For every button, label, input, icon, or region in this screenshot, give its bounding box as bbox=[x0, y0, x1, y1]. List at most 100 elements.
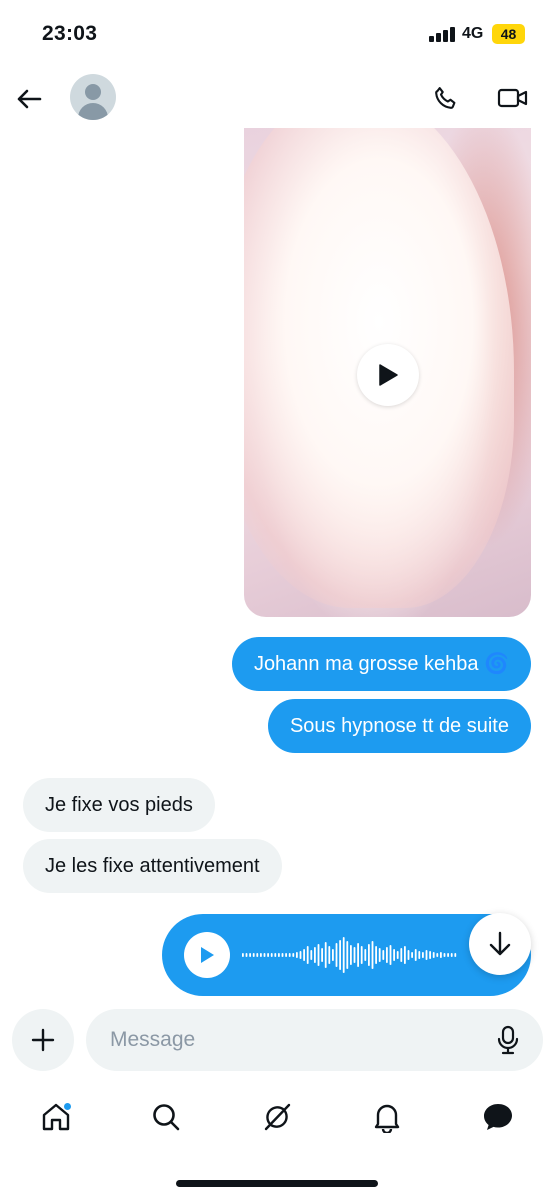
waveform-bar bbox=[260, 953, 262, 957]
waveform-bar bbox=[314, 947, 316, 963]
nav-notifications[interactable] bbox=[367, 1097, 407, 1137]
signal-icon bbox=[429, 27, 455, 42]
waveform-bar bbox=[382, 950, 385, 960]
waveform-bar bbox=[263, 953, 266, 957]
waveform-bar bbox=[418, 951, 421, 959]
waveform-bar bbox=[447, 953, 449, 957]
call-button[interactable] bbox=[430, 84, 462, 112]
waveform-bar bbox=[288, 953, 291, 957]
waveform-bar bbox=[267, 953, 269, 957]
conversation-header bbox=[0, 66, 555, 130]
avatar[interactable] bbox=[70, 74, 116, 120]
waveform-bar bbox=[386, 947, 388, 963]
nav-home[interactable] bbox=[36, 1097, 76, 1137]
plus-icon bbox=[31, 1028, 55, 1052]
back-button[interactable] bbox=[14, 84, 44, 114]
waveform-bar bbox=[321, 948, 323, 962]
waveform-bar bbox=[436, 953, 439, 957]
incoming-message[interactable]: Je les fixe attentivement bbox=[23, 839, 282, 893]
waveform-bar bbox=[339, 940, 341, 970]
outgoing-message[interactable]: Johann ma grosse kehba 🌀 bbox=[231, 637, 531, 691]
waveform-bar bbox=[422, 952, 424, 958]
play-icon bbox=[379, 364, 398, 386]
add-media-button[interactable] bbox=[12, 1009, 74, 1071]
incoming-message[interactable]: Je fixe vos pieds bbox=[23, 778, 215, 832]
status-bar: 23:03 4G 48 bbox=[0, 0, 555, 66]
bell-icon bbox=[374, 1104, 400, 1133]
waveform-bar bbox=[407, 950, 410, 960]
scroll-to-bottom-button[interactable] bbox=[469, 913, 531, 975]
phone-icon bbox=[435, 87, 456, 109]
waveform-bar bbox=[242, 953, 244, 957]
outgoing-message[interactable]: Sous hypnose tt de suite bbox=[267, 699, 531, 753]
waveform-bar bbox=[317, 944, 320, 966]
waveform-bar bbox=[360, 946, 363, 964]
grok-icon bbox=[264, 1103, 291, 1131]
status-time: 23:03 bbox=[42, 22, 98, 45]
play-icon bbox=[201, 947, 214, 963]
video-call-button[interactable] bbox=[497, 84, 529, 112]
waveform-bar bbox=[278, 953, 280, 957]
waveform-bar bbox=[328, 946, 331, 964]
waveform-bar bbox=[450, 953, 453, 957]
waveform-bar bbox=[400, 948, 403, 962]
home-indicator bbox=[176, 1180, 378, 1187]
waveform-bar bbox=[296, 952, 298, 958]
messages-icon bbox=[484, 1104, 512, 1130]
waveform-bar bbox=[346, 941, 349, 969]
battery-icon: 48 bbox=[492, 24, 525, 44]
waveform-bar bbox=[364, 949, 367, 961]
waveform-bar bbox=[274, 953, 277, 957]
waveform-bar bbox=[389, 945, 392, 965]
waveform-bar bbox=[252, 953, 255, 957]
waveform-bar bbox=[396, 951, 399, 959]
waveform-bar bbox=[256, 953, 259, 957]
video-camera-icon bbox=[497, 88, 528, 108]
waveform-bar bbox=[393, 949, 395, 961]
waveform-bar bbox=[443, 953, 446, 957]
arrow-down-icon bbox=[489, 931, 511, 956]
waveform-bar bbox=[306, 946, 309, 964]
waveform-bar bbox=[414, 949, 417, 961]
arrow-left-icon bbox=[17, 89, 42, 109]
notification-dot bbox=[63, 1102, 72, 1111]
waveform-bar bbox=[270, 953, 273, 957]
message-composer bbox=[86, 1009, 543, 1071]
waveform-bar bbox=[281, 953, 284, 957]
video-play-button[interactable] bbox=[357, 344, 419, 406]
network-type: 4G bbox=[462, 25, 484, 42]
nav-messages[interactable] bbox=[478, 1097, 518, 1137]
waveform-bar bbox=[375, 946, 377, 964]
message-input[interactable] bbox=[110, 1009, 480, 1071]
waveform-bar bbox=[335, 943, 338, 967]
waveform-bar bbox=[425, 950, 428, 960]
waveform-bar bbox=[350, 945, 352, 965]
voice-record-button[interactable] bbox=[493, 1024, 523, 1056]
microphone-icon bbox=[497, 1025, 519, 1055]
waveform-bar bbox=[342, 937, 345, 973]
waveform-bar bbox=[411, 952, 413, 958]
nav-grok[interactable] bbox=[257, 1097, 297, 1137]
bottom-navigation bbox=[0, 1085, 555, 1149]
waveform-bar bbox=[454, 953, 457, 957]
waveform-bar bbox=[249, 953, 251, 957]
waveform-bar bbox=[245, 953, 248, 957]
waveform-bar bbox=[310, 950, 313, 960]
search-icon bbox=[153, 1104, 180, 1131]
waveform-bar bbox=[378, 948, 381, 962]
waveform-bar bbox=[357, 943, 359, 967]
waveform-bar bbox=[371, 941, 374, 969]
waveform-bar bbox=[292, 953, 295, 957]
nav-search[interactable] bbox=[146, 1097, 186, 1137]
waveform-bar bbox=[440, 952, 442, 958]
voice-play-button[interactable] bbox=[184, 932, 230, 978]
waveform-bar bbox=[299, 951, 302, 959]
waveform-bar bbox=[429, 951, 431, 959]
waveform-bar bbox=[404, 946, 406, 964]
waveform-bar bbox=[353, 947, 356, 963]
waveform-bar bbox=[303, 949, 305, 961]
waveform-bar bbox=[332, 949, 334, 961]
video-message[interactable] bbox=[244, 128, 531, 617]
waveform-bar bbox=[324, 942, 327, 968]
waveform-bar bbox=[368, 944, 370, 966]
